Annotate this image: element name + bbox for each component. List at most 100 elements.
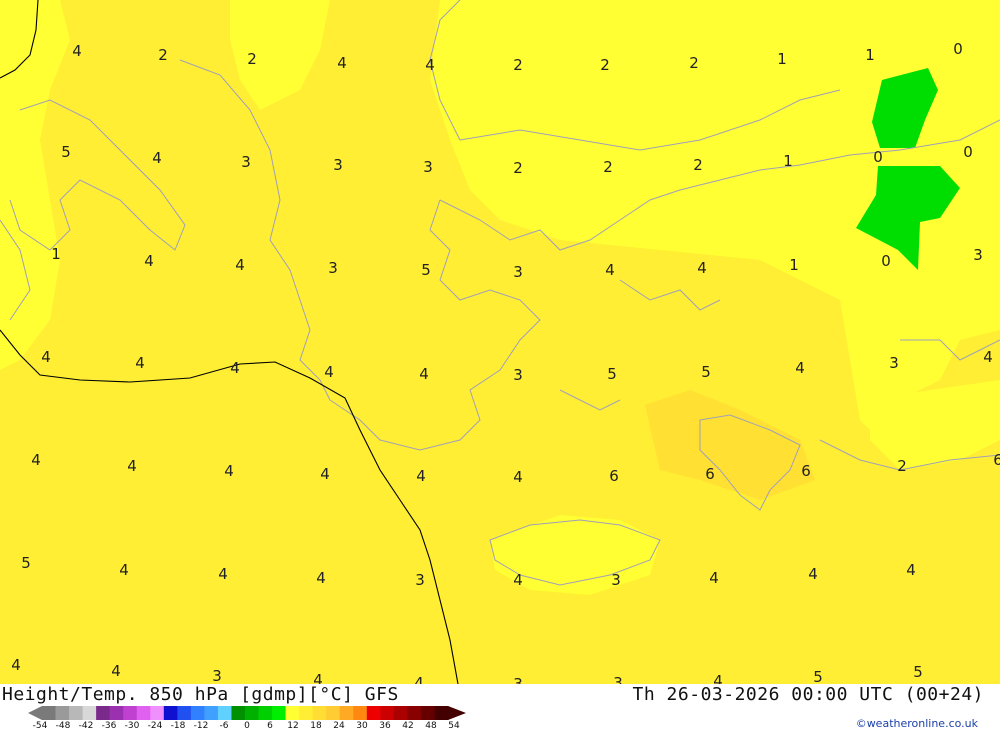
value-label: 4	[337, 54, 347, 72]
value-label: 0	[881, 252, 891, 270]
value-label: 4	[906, 561, 916, 579]
legend-label: -24	[147, 721, 163, 731]
value-label: 5	[607, 365, 617, 383]
value-label: 3	[513, 366, 523, 384]
value-label: 4	[152, 149, 162, 167]
legend-label: 54	[448, 721, 460, 731]
legend-swatch	[380, 706, 395, 720]
value-label: 4	[230, 359, 240, 377]
legend-label: -30	[124, 721, 140, 731]
value-label: 2	[603, 158, 613, 176]
legend-label: -48	[55, 721, 71, 731]
value-label: 0	[963, 143, 973, 161]
value-label: 4	[313, 671, 323, 684]
legend-swatch	[353, 706, 368, 720]
legend-arrow-low	[28, 706, 42, 720]
value-label: 3	[423, 158, 433, 176]
value-label: 4	[713, 672, 723, 684]
value-label: 4	[983, 348, 993, 366]
value-label: 4	[513, 468, 523, 486]
map-timestamp: Th 26-03-2026 00:00 UTC (00+24)	[632, 684, 984, 705]
value-label: 6	[801, 462, 811, 480]
legend-label: -42	[78, 721, 94, 731]
legend-label: -12	[193, 721, 209, 731]
value-label: 3	[241, 153, 251, 171]
legend-label: -54	[32, 721, 48, 731]
value-label: 2	[513, 159, 523, 177]
value-label: 4	[72, 42, 82, 60]
value-label: 4	[605, 261, 615, 279]
value-label: 4	[419, 365, 429, 383]
value-label: 5	[61, 143, 71, 161]
legend-swatch	[123, 706, 138, 720]
value-label: 3	[333, 156, 343, 174]
value-label: 4	[11, 656, 21, 674]
credit-link[interactable]: ©weatheronline.co.uk	[856, 717, 978, 730]
value-label: 2	[158, 46, 168, 64]
legend-swatch	[69, 706, 84, 720]
value-label: 0	[873, 148, 883, 166]
value-label: 2	[247, 50, 257, 68]
legend-label: -18	[170, 721, 186, 731]
value-label: 5	[913, 663, 923, 681]
value-label: 1	[789, 256, 799, 274]
legend-swatch	[245, 706, 260, 720]
legend-label: 30	[356, 721, 368, 731]
legend-label: 48	[425, 721, 437, 731]
legend-swatch	[231, 706, 246, 720]
legend-swatch	[163, 706, 178, 720]
value-label: 2	[689, 54, 699, 72]
value-label: 1	[783, 152, 793, 170]
value-label: 4	[316, 569, 326, 587]
value-label: 4	[425, 56, 435, 74]
value-label: 6	[993, 451, 1000, 469]
legend-swatch	[339, 706, 354, 720]
legend-swatch	[326, 706, 341, 720]
value-label: 4	[41, 348, 51, 366]
value-label: 4	[414, 674, 424, 684]
value-label: 6	[705, 465, 715, 483]
value-label: 4	[235, 256, 245, 274]
value-label: 3	[513, 263, 523, 281]
legend-label: -6	[219, 721, 229, 731]
legend-swatch	[150, 706, 165, 720]
legend-swatch	[393, 706, 408, 720]
legend-label: 0	[244, 721, 250, 731]
value-label: 3	[212, 667, 222, 684]
value-label: 3	[613, 674, 623, 684]
legend-swatch	[285, 706, 300, 720]
value-label: 4	[31, 451, 41, 469]
value-label: 4	[224, 462, 234, 480]
legend-swatch	[366, 706, 381, 720]
value-label: 3	[973, 246, 983, 264]
legend-swatch	[299, 706, 314, 720]
legend-swatch	[82, 706, 97, 720]
legend-swatch	[420, 706, 435, 720]
value-label: 2	[693, 156, 703, 174]
value-label: 4	[135, 354, 145, 372]
legend-label: -36	[101, 721, 117, 731]
value-label: 1	[865, 46, 875, 64]
value-label: 5	[421, 261, 431, 279]
color-legend	[28, 706, 466, 720]
value-label: 4	[709, 569, 719, 587]
value-label: 3	[415, 571, 425, 589]
value-label: 5	[813, 668, 823, 684]
legend-label: 12	[287, 721, 299, 731]
value-label: 4	[513, 571, 523, 589]
value-label: 0	[953, 40, 963, 58]
value-label: 3	[611, 571, 621, 589]
legend-swatch	[109, 706, 124, 720]
legend-swatch	[96, 706, 111, 720]
legend-swatch	[434, 706, 449, 720]
weather-map: 4 2 2 4 4 2 2 2 1 1 0 5 4 3 3 3 2 2 2 1 0 0 1 4 4 3 5 3 4 4 1 0 3 4 4 4 4 4 3 5…	[0, 0, 1000, 684]
legend-swatch	[190, 706, 205, 720]
value-label: 4	[144, 252, 154, 270]
legend-labels: -54 -48 -42 -36 -30 -24 -18 -12 -6 0 6 12 18 24 30 36 42…	[28, 721, 468, 733]
legend-swatch	[407, 706, 422, 720]
value-label: 2	[513, 56, 523, 74]
value-label: 4	[111, 662, 121, 680]
value-label: 4	[119, 561, 129, 579]
legend-swatch	[272, 706, 287, 720]
value-label: 4	[127, 457, 137, 475]
